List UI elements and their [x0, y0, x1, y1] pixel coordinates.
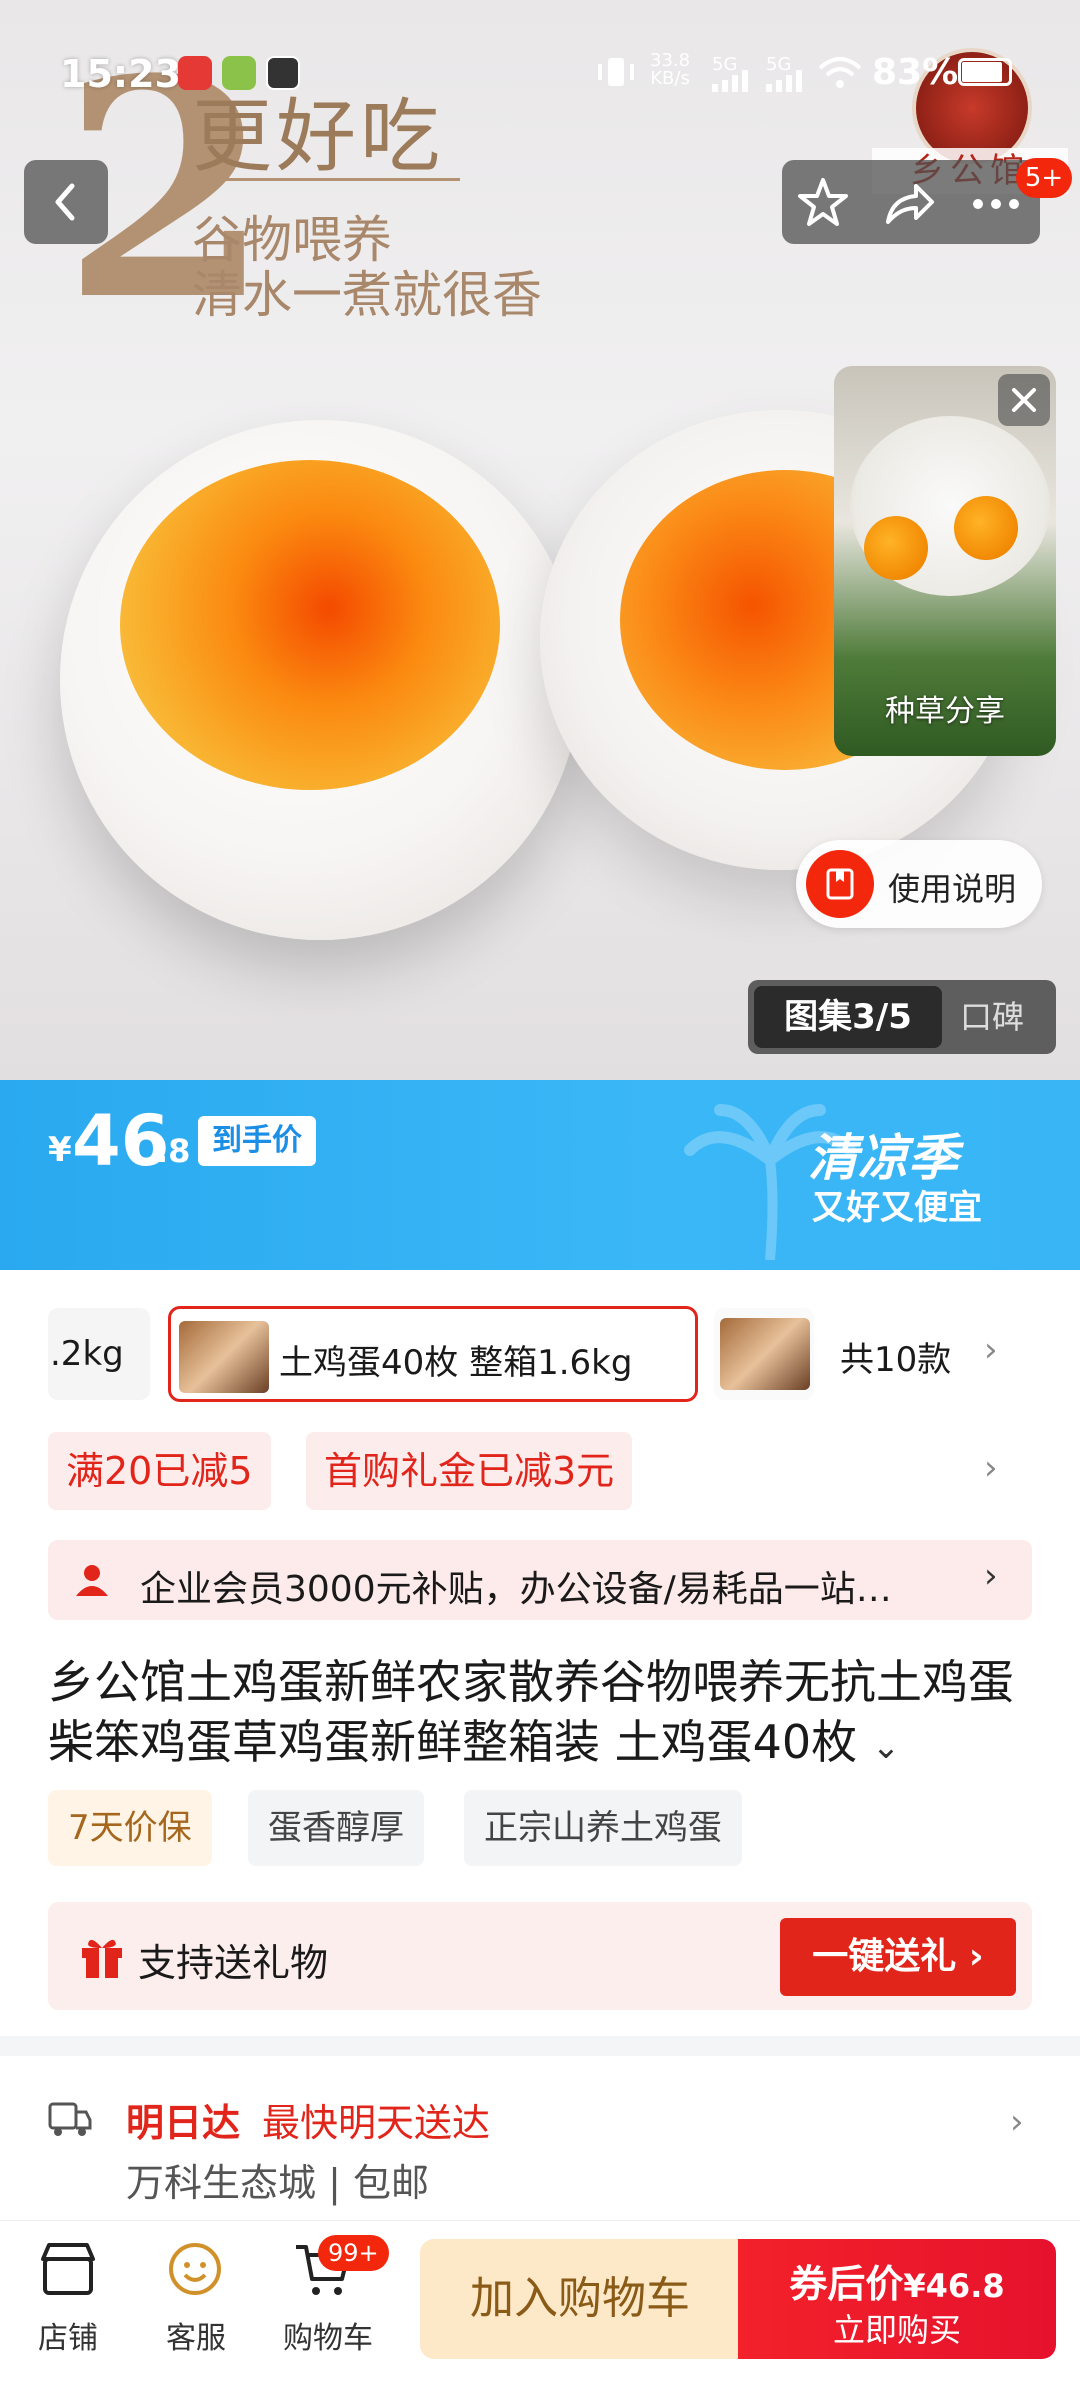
chevron-left-icon	[55, 183, 75, 221]
cart-label: 购物车	[283, 2321, 373, 2356]
price-currency: ¥	[48, 1130, 72, 1170]
customer-service-nav[interactable]: 客服	[136, 2221, 256, 2400]
customer-service-label: 客服	[166, 2321, 226, 2356]
buy-now-button[interactable]: 券后价¥46.8 立即购买	[738, 2239, 1056, 2359]
variant-option[interactable]	[714, 1308, 814, 1400]
send-gift-button[interactable]: 一键送礼 ›	[780, 1918, 1016, 1996]
customer-service-icon	[169, 2243, 221, 2295]
product-title-text: 乡公馆土鸡蛋新鲜农家散养谷物喂养无抗土鸡蛋柴笨鸡蛋草鸡蛋新鲜整箱装 土鸡蛋40枚	[48, 1655, 1014, 1769]
book-icon	[826, 868, 854, 900]
coupon-price-value: ¥46.8	[903, 2267, 1005, 2305]
share-video-thumbnail[interactable]: 种草分享	[834, 366, 1056, 756]
variant-thumbnail	[179, 1321, 269, 1393]
yolk-image	[864, 516, 928, 580]
tag-feature: 蛋香醇厚	[248, 1790, 424, 1866]
usage-instructions-button[interactable]: 使用说明	[796, 840, 1042, 928]
tab-reviews[interactable]: 口碑	[960, 986, 1024, 1048]
top-actions-bar	[782, 160, 1040, 244]
chevron-right-icon[interactable]: ›	[984, 1448, 998, 1488]
yolk-image	[954, 496, 1018, 560]
variant-option[interactable]: .2kg	[48, 1308, 150, 1400]
favorite-star-icon[interactable]	[796, 176, 850, 230]
variant-thumbnail	[720, 1318, 810, 1390]
variant-count[interactable]: 共10款	[840, 1332, 951, 1381]
add-to-cart-button[interactable]: 加入购物车	[420, 2239, 740, 2359]
price-integer: 46	[72, 1100, 170, 1182]
store-icon	[41, 2243, 95, 2295]
bottom-action-bar: 店铺 客服 购物车 99+ 加入购物车 券后价¥46.8 立即购买	[0, 2220, 1080, 2400]
wifi-icon	[818, 57, 862, 88]
chevron-down-icon[interactable]: ⌄	[872, 1727, 901, 1767]
store-nav[interactable]: 店铺	[8, 2221, 128, 2400]
hero-divider	[192, 178, 460, 181]
message-count-badge: 5+	[1016, 158, 1072, 198]
share-label: 种草分享	[885, 694, 1005, 729]
status-bar: 15:23 33.8 KB/s 5G 5G 83%	[0, 0, 1080, 96]
tag-price-protect[interactable]: 7天价保	[48, 1790, 212, 1866]
truck-icon	[48, 2102, 92, 2136]
variant-label: 土鸡蛋40枚 整箱1.6kg	[279, 1343, 633, 1383]
delivery-speed: 明日达	[126, 2101, 241, 2145]
product-title[interactable]: 乡公馆土鸡蛋新鲜农家散养谷物喂养无抗土鸡蛋柴笨鸡蛋草鸡蛋新鲜整箱装 土鸡蛋40枚…	[48, 1652, 1038, 1777]
tab-gallery[interactable]: 图集3/5	[754, 986, 942, 1048]
close-icon	[1012, 388, 1036, 412]
variant-selector: .2kg 土鸡蛋40枚 整箱1.6kg 共10款 ›	[0, 1298, 1080, 1408]
variant-option-selected[interactable]: 土鸡蛋40枚 整箱1.6kg	[168, 1306, 698, 1402]
delivery-desc: 最快明天送达	[262, 2101, 491, 2145]
usage-label: 使用说明	[888, 870, 1017, 908]
promo-discount[interactable]: 满20已减5	[48, 1432, 271, 1510]
signal-icon	[766, 70, 802, 92]
battery-level	[962, 62, 1002, 82]
gift-label: 支持送礼物	[138, 1941, 329, 1985]
gift-support-banner: 支持送礼物 一键送礼 ›	[48, 1902, 1032, 2010]
notification-app-icon	[222, 56, 256, 90]
yolk-left	[120, 460, 500, 790]
send-gift-label: 一键送礼	[812, 1936, 957, 1977]
enterprise-member-banner[interactable]: 企业会员3000元补贴，办公设备/易耗品一站… ›	[48, 1540, 1032, 1620]
delivery-address[interactable]: 万科生态城 | 包邮	[126, 2152, 429, 2207]
coupon-price-label: 券后价	[789, 2262, 904, 2306]
tag-feature: 正宗山养土鸡蛋	[464, 1790, 742, 1866]
promo-first-order[interactable]: 首购礼金已减3元	[306, 1432, 633, 1510]
final-price-tag: 到手价	[198, 1116, 316, 1166]
notification-app-icon	[266, 56, 300, 90]
price-banner: ¥ 46 .8 到手价 清凉季 又好又便宜	[0, 1080, 1080, 1270]
variant-label: .2kg	[50, 1334, 124, 1374]
close-share-button[interactable]	[998, 374, 1050, 426]
status-time: 15:23	[60, 52, 181, 96]
cart-count-badge: 99+	[318, 2235, 389, 2271]
user-icon	[76, 1565, 108, 1596]
gift-icon	[82, 1939, 122, 1978]
battery-percent: 83%	[872, 52, 959, 93]
chevron-right-icon: ›	[956, 1936, 984, 1977]
store-label: 店铺	[38, 2321, 98, 2356]
manual-icon	[806, 850, 874, 918]
section-divider	[0, 2036, 1080, 2056]
notification-app-icon	[178, 56, 212, 90]
signal-icon	[712, 70, 748, 92]
hero-line2: 清水一煮就很香	[192, 266, 542, 324]
chevron-right-icon: ›	[984, 1556, 998, 1596]
chevron-right-icon[interactable]: ›	[984, 1330, 998, 1370]
gallery-switch: 图集3/5 口碑	[748, 980, 1056, 1054]
buy-price-line: 券后价¥46.8	[738, 2253, 1056, 2308]
net-speed: 33.8 KB/s	[650, 52, 690, 88]
price-decimal: .8	[156, 1132, 191, 1170]
buy-now-label: 立即购买	[832, 2311, 961, 2349]
share-icon[interactable]	[882, 176, 936, 230]
chevron-right-icon[interactable]: ›	[1010, 2102, 1024, 2142]
season-subtitle: 又好又便宜	[812, 1188, 982, 1228]
member-text: 企业会员3000元补贴，办公设备/易耗品一站…	[140, 1569, 892, 1610]
vibrate-icon	[598, 58, 634, 86]
back-button[interactable]	[24, 160, 108, 244]
net-speed-unit: KB/s	[650, 68, 690, 89]
